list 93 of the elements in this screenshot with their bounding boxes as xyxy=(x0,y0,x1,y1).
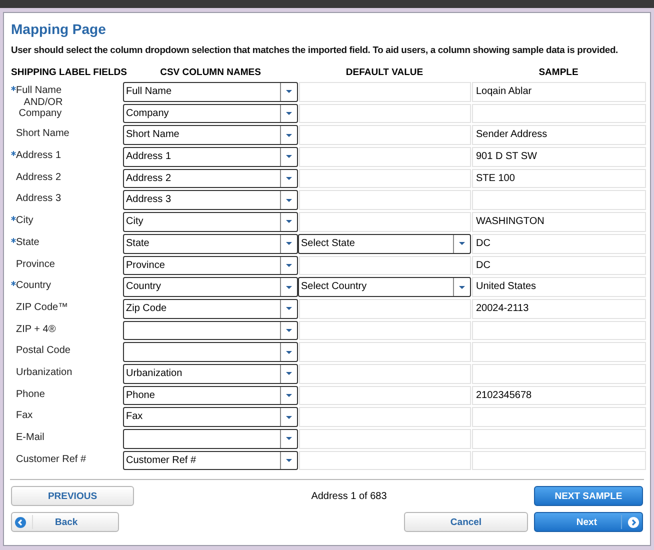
field-label: E-Mail xyxy=(16,432,44,444)
column-dropdown[interactable] xyxy=(123,320,298,340)
field-label: Fax xyxy=(16,410,33,422)
dropdown-arrow-icon xyxy=(286,155,292,158)
field-label: Phone xyxy=(16,388,45,400)
sample-field: STE 100 xyxy=(472,168,646,188)
field-label: Province xyxy=(16,258,55,270)
column-dropdown[interactable]: Customer Ref # xyxy=(123,450,298,470)
dropdown-arrow-icon xyxy=(286,90,292,94)
sample-field: 901 D ST SW xyxy=(472,147,646,167)
field-label: Urbanization xyxy=(16,366,72,378)
field-label: Customer Ref # xyxy=(16,454,86,466)
dropdown-arrow-icon xyxy=(286,328,292,332)
field-label: Country xyxy=(16,280,52,292)
column-dropdown[interactable]: Address 3 xyxy=(123,190,298,210)
column-dropdown[interactable] xyxy=(123,429,298,449)
default-value-field[interactable] xyxy=(299,342,471,362)
column-dropdown[interactable]: Zip Code xyxy=(123,298,298,319)
default-value-field[interactable] xyxy=(299,168,471,188)
column-dropdown[interactable]: Short Name xyxy=(123,125,298,146)
field-label: ZIP + 4® xyxy=(16,324,56,336)
page-title: Mapping Page xyxy=(11,21,107,37)
field-label: Address 2 xyxy=(16,172,62,184)
sample-field: WASHINGTON xyxy=(472,212,646,232)
back-button[interactable]: Back xyxy=(11,512,119,532)
column-dropdown[interactable]: Full Name xyxy=(123,82,298,102)
column-dropdown[interactable]: State xyxy=(123,234,298,254)
column-header: DEFAULT VALUE xyxy=(344,66,424,80)
column-dropdown[interactable]: Phone xyxy=(123,386,298,406)
dropdown-arrow-icon xyxy=(459,286,465,289)
sample-field: United States xyxy=(472,277,646,297)
default-dropdown[interactable]: Select State xyxy=(298,234,471,254)
column-dropdown[interactable]: Country xyxy=(123,277,298,297)
cancel-button[interactable]: Cancel xyxy=(404,512,528,532)
default-value-field[interactable] xyxy=(299,212,471,232)
default-value-field[interactable] xyxy=(299,190,471,210)
default-dropdown[interactable]: Select Country xyxy=(298,277,471,297)
dropdown-arrow-icon xyxy=(286,437,292,440)
default-value-field[interactable] xyxy=(299,364,471,384)
default-value-field[interactable] xyxy=(299,429,471,449)
field-label: State xyxy=(16,236,40,248)
field-label: Postal Code xyxy=(16,345,70,357)
field-label: ZIP Code™ xyxy=(16,302,68,314)
dropdown-arrow-icon xyxy=(459,242,465,246)
column-dropdown[interactable]: Address 1 xyxy=(123,147,298,167)
sample-field: DC xyxy=(472,256,646,276)
dropdown-arrow-icon xyxy=(286,394,292,397)
default-value-field[interactable] xyxy=(299,320,471,340)
instructions-text: User should select the column dropdown selection that matches the imported field. To aid users, a column showing sample data is provided. xyxy=(11,43,619,56)
column-dropdown[interactable]: City xyxy=(123,212,298,232)
default-value-field[interactable] xyxy=(299,298,471,319)
dropdown-arrow-icon xyxy=(286,286,292,289)
column-header: SAMPLE xyxy=(538,66,580,80)
dropdown-arrow-icon xyxy=(286,242,292,246)
sample-field: 2102345678 xyxy=(472,386,646,406)
column-dropdown[interactable]: Urbanization xyxy=(123,364,298,384)
sample-field: Sender Address xyxy=(472,125,646,146)
column-dropdown[interactable]: Company xyxy=(123,104,298,124)
field-label: Address 3 xyxy=(16,193,62,205)
dropdown-arrow-icon xyxy=(286,220,292,224)
default-value-field[interactable] xyxy=(299,256,471,276)
dropdown-arrow-icon xyxy=(286,264,292,267)
dropdown-arrow-icon xyxy=(286,134,292,137)
column-dropdown[interactable]: Fax xyxy=(123,407,298,427)
dropdown-arrow-icon xyxy=(286,177,292,180)
default-value-field[interactable] xyxy=(299,147,471,167)
column-dropdown[interactable] xyxy=(123,342,298,362)
sample-field: 20024-2113 xyxy=(472,298,646,319)
dropdown-arrow-icon xyxy=(286,350,292,354)
column-dropdown[interactable]: Province xyxy=(123,256,298,276)
field-label: Address 1 xyxy=(16,150,62,162)
default-value-field[interactable] xyxy=(299,104,471,124)
default-value-field[interactable] xyxy=(299,125,471,146)
previous-button[interactable]: PREVIOUS xyxy=(11,486,134,506)
address-counter: Address 1 of 683 xyxy=(311,490,387,502)
dropdown-arrow-icon xyxy=(286,307,292,310)
default-value-field[interactable] xyxy=(299,450,471,470)
dropdown-arrow-icon xyxy=(286,416,292,419)
default-value-field[interactable] xyxy=(299,82,471,102)
field-label: Full Name AND/OR Company xyxy=(16,85,63,120)
next-button[interactable]: Next xyxy=(534,512,643,532)
dropdown-arrow-icon xyxy=(286,372,292,376)
sample-field: DC xyxy=(472,234,646,254)
column-dropdown[interactable]: Address 2 xyxy=(123,168,298,188)
next-sample-button[interactable]: NEXT SAMPLE xyxy=(534,486,643,506)
dropdown-arrow-icon xyxy=(286,198,292,202)
field-label: Short Name xyxy=(16,128,70,140)
default-value-field[interactable] xyxy=(299,386,471,406)
default-value-field[interactable] xyxy=(299,407,471,427)
field-label: City xyxy=(16,215,34,227)
dropdown-arrow-icon xyxy=(286,112,292,116)
sample-field: Loqain Ablar xyxy=(472,82,646,102)
dropdown-arrow-icon xyxy=(286,459,292,462)
